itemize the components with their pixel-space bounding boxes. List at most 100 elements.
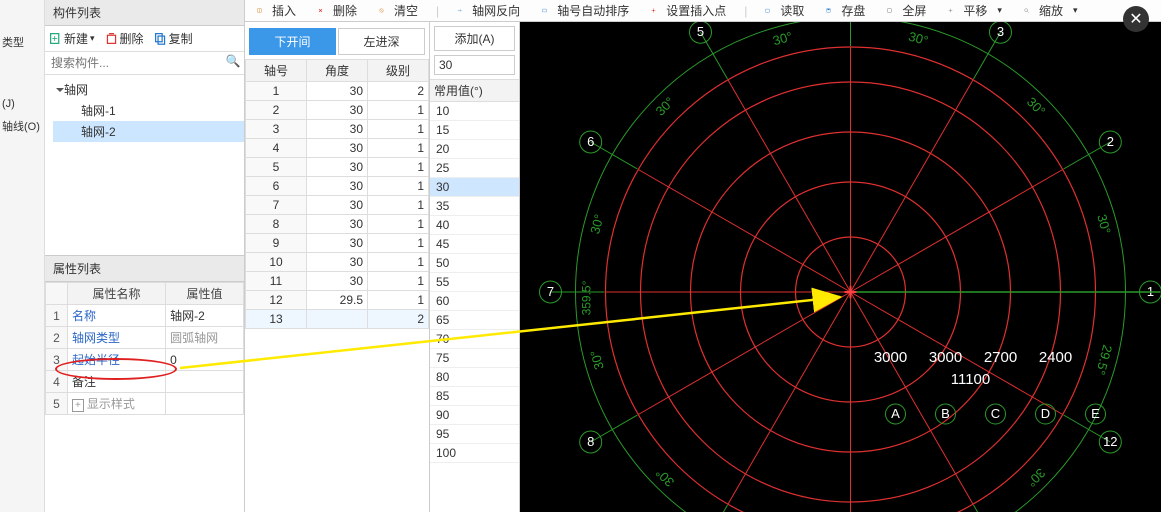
- table-row[interactable]: 6301: [246, 177, 429, 196]
- col-level: 级别: [368, 60, 429, 82]
- table-row[interactable]: 1302: [246, 82, 429, 101]
- list-item[interactable]: 80: [430, 368, 519, 387]
- delete-button[interactable]: 删除: [105, 30, 144, 47]
- tree-root[interactable]: 轴网: [53, 79, 244, 100]
- svg-text:30°: 30°: [1094, 213, 1114, 236]
- list-item[interactable]: 45: [430, 235, 519, 254]
- tb-zoom[interactable]: 缩放▾: [1016, 2, 1086, 19]
- tb-insert[interactable]: 插入: [249, 2, 304, 19]
- list-item[interactable]: 15: [430, 121, 519, 140]
- value-input[interactable]: 30: [434, 55, 515, 75]
- svg-text:30°: 30°: [587, 348, 607, 371]
- table-row[interactable]: 2301: [246, 101, 429, 120]
- close-button[interactable]: ✕: [1123, 6, 1149, 32]
- value-list: 101520253035404550556065707580859095100: [430, 102, 519, 512]
- axis-grid-table: 轴号角度级别 130223013301430153016301730183019…: [245, 59, 429, 329]
- svg-text:2700: 2700: [984, 349, 1017, 366]
- svg-text:6: 6: [587, 134, 594, 149]
- delete-icon: [105, 32, 118, 45]
- svg-text:8: 8: [587, 434, 594, 449]
- left-nav: 类型 (J) 轴线(O): [0, 0, 45, 512]
- table-row[interactable]: 5+显示样式: [46, 393, 244, 415]
- copy-icon: [154, 32, 167, 45]
- common-values-panel: 添加(A) 30 常用值(°) 101520253035404550556065…: [430, 22, 520, 512]
- list-item[interactable]: 25: [430, 159, 519, 178]
- insert-icon: [253, 4, 266, 17]
- svg-text:3: 3: [997, 24, 1004, 39]
- main-toolbar: 插入 删除 清空 | 轴网反向 轴号自动排序 设置插入点 | 读取 存盘 全屏 …: [245, 0, 1161, 22]
- svg-text:A: A: [891, 406, 900, 421]
- list-item[interactable]: 40: [430, 216, 519, 235]
- list-item[interactable]: 75: [430, 349, 519, 368]
- tab-zuojinshen[interactable]: 左进深: [338, 28, 425, 55]
- list-item[interactable]: 70: [430, 330, 519, 349]
- table-row[interactable]: 1229.51: [246, 291, 429, 310]
- table-row[interactable]: 3301: [246, 120, 429, 139]
- tb-delete[interactable]: 删除: [310, 2, 365, 19]
- table-row[interactable]: 10301: [246, 253, 429, 272]
- new-button[interactable]: 新建▾: [49, 30, 95, 47]
- svg-text:2: 2: [1107, 134, 1114, 149]
- table-row[interactable]: 1名称轴网-2: [46, 305, 244, 327]
- tree-item-2[interactable]: 轴网-2: [53, 121, 244, 142]
- table-row[interactable]: 8301: [246, 215, 429, 234]
- tb-read[interactable]: 读取: [757, 2, 812, 19]
- auto-icon: [538, 4, 551, 17]
- search-icon[interactable]: 🔍: [224, 54, 242, 72]
- plus-icon[interactable]: +: [72, 399, 84, 412]
- prop-col-name: 属性名称: [68, 283, 166, 305]
- svg-text:29.5°: 29.5°: [1093, 343, 1115, 376]
- svg-text:E: E: [1091, 406, 1100, 421]
- table-row[interactable]: 11301: [246, 272, 429, 291]
- svg-text:30°: 30°: [771, 29, 794, 49]
- table-row[interactable]: 3起始半径0: [46, 349, 244, 371]
- tb-clear[interactable]: 清空: [371, 2, 426, 19]
- list-item[interactable]: 60: [430, 292, 519, 311]
- nav-axis-o[interactable]: 轴线(O): [0, 114, 44, 138]
- table-row[interactable]: 4301: [246, 139, 429, 158]
- zoom-icon: [1020, 4, 1033, 17]
- tab-xiakaijian[interactable]: 下开间: [249, 28, 336, 55]
- svg-text:359.5°: 359.5°: [580, 280, 594, 315]
- list-item[interactable]: 65: [430, 311, 519, 330]
- table-row[interactable]: 2轴网类型圆弧轴网: [46, 327, 244, 349]
- table-row[interactable]: 132: [246, 310, 429, 329]
- table-row[interactable]: 9301: [246, 234, 429, 253]
- list-item[interactable]: 20: [430, 140, 519, 159]
- tb-auto[interactable]: 轴号自动排序: [534, 2, 637, 19]
- add-button[interactable]: 添加(A): [434, 26, 515, 51]
- tree-item-1[interactable]: 轴网-1: [53, 100, 244, 121]
- component-tree: 轴网 轴网-1 轴网-2: [45, 75, 244, 255]
- list-item[interactable]: 10: [430, 102, 519, 121]
- nav-j[interactable]: (J): [0, 94, 44, 114]
- list-item[interactable]: 35: [430, 197, 519, 216]
- list-item[interactable]: 90: [430, 406, 519, 425]
- components-panel: 构件列表 新建▾ 删除 复制 🔍 轴网 轴网-1 轴网-2 属性列表 属性名称属…: [45, 0, 245, 512]
- table-row[interactable]: 7301: [246, 196, 429, 215]
- svg-text:30°: 30°: [907, 29, 930, 49]
- properties-header: 属性列表: [45, 255, 244, 282]
- copy-button[interactable]: 复制: [154, 30, 193, 47]
- list-item[interactable]: 55: [430, 273, 519, 292]
- tb-save[interactable]: 存盘: [818, 2, 873, 19]
- tb-reverse[interactable]: 轴网反向: [449, 2, 528, 19]
- col-angle: 角度: [307, 60, 368, 82]
- save-icon: [822, 4, 835, 17]
- list-item[interactable]: 30: [430, 178, 519, 197]
- svg-text:11100: 11100: [951, 371, 991, 388]
- list-item[interactable]: 100: [430, 444, 519, 463]
- tb-set[interactable]: 设置插入点: [643, 2, 734, 19]
- tb-pan[interactable]: 平移▾: [940, 2, 1010, 19]
- drawing-canvas[interactable]: 12345678910111230°30°30°30°30°30°30°30°3…: [520, 22, 1161, 512]
- table-row[interactable]: 4备注: [46, 371, 244, 393]
- nav-type[interactable]: 类型: [0, 30, 44, 54]
- list-item[interactable]: 85: [430, 387, 519, 406]
- tb-full[interactable]: 全屏: [879, 2, 934, 19]
- list-item[interactable]: 50: [430, 254, 519, 273]
- table-row[interactable]: 5301: [246, 158, 429, 177]
- new-icon: [49, 32, 62, 45]
- svg-text:3000: 3000: [929, 349, 962, 366]
- search-input[interactable]: [47, 54, 224, 72]
- grid-panel: 下开间 左进深 轴号角度级别 1302230133014301530163017…: [245, 0, 430, 512]
- list-item[interactable]: 95: [430, 425, 519, 444]
